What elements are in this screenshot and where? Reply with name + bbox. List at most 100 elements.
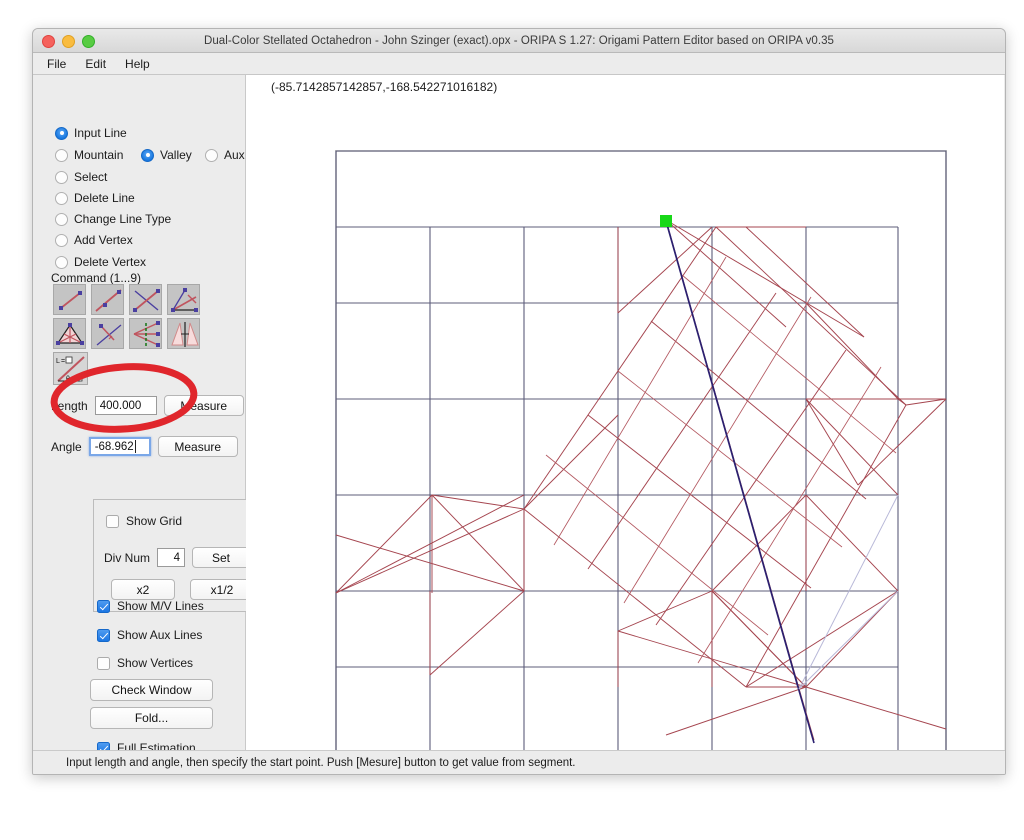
radio-mountain[interactable]: Mountain [55, 148, 123, 162]
angle-bisector-icon [171, 288, 198, 312]
angle-measure-button[interactable]: Measure [157, 436, 238, 457]
checkbox-show-grid[interactable]: Show Grid [106, 514, 182, 528]
length-angle-input-icon: L = θ = [54, 353, 87, 384]
radio-label-delete-line: Delete Line [74, 191, 135, 205]
perpendicular-foot-icon [96, 324, 122, 346]
radio-indicator-add-vertex [55, 233, 68, 247]
menu-item-help[interactable]: Help [125, 57, 150, 71]
status-message: Input length and angle, then specify the… [66, 756, 576, 769]
radio-indicator-change-line-type [55, 212, 68, 226]
radio-label-valley: Valley [160, 148, 192, 162]
checkbox-indicator-show-mv-lines [97, 599, 110, 613]
fold-button[interactable]: Fold... [90, 707, 213, 729]
command-button-perpendicular-foot[interactable] [91, 318, 124, 349]
radio-change-line-type[interactable]: Change Line Type [55, 212, 171, 226]
command-button-triangle-insert[interactable] [53, 318, 86, 349]
command-button-mirror-copy[interactable] [167, 318, 200, 349]
radio-label-aux: Aux [224, 148, 245, 162]
command-button-perpendicular-bisector[interactable] [129, 284, 162, 315]
svg-text:=: = [71, 376, 75, 383]
window-title: Dual-Color Stellated Octahedron - John S… [204, 34, 834, 47]
triangle-insert-icon [56, 323, 84, 345]
grid-x-half-button[interactable]: x1/2 [190, 579, 254, 600]
command-section-label: Command (1...9) [51, 271, 142, 285]
symmetric-fold-icon [133, 321, 160, 347]
paper-outline [335, 150, 947, 751]
radio-indicator-input-line [55, 126, 68, 140]
radio-indicator-valley [141, 148, 154, 162]
radio-label-input-line: Input Line [74, 126, 127, 140]
segment-extend-icon [95, 289, 122, 312]
title-bar: Dual-Color Stellated Octahedron - John S… [33, 29, 1005, 53]
radio-valley[interactable]: Valley [141, 148, 192, 162]
radio-label-add-vertex: Add Vertex [74, 233, 133, 247]
text-caret [134, 440, 136, 453]
div-num-row: Div Num 4 Set [104, 547, 251, 568]
menu-bar: File Edit Help [33, 53, 1005, 75]
radio-indicator-delete-line [55, 191, 68, 205]
checkbox-show-aux-lines[interactable]: Show Aux Lines [97, 628, 202, 642]
radio-indicator-aux [205, 148, 218, 162]
angle-input-value: -68.962 [94, 440, 134, 453]
radio-delete-line[interactable]: Delete Line [55, 191, 135, 205]
div-num-input[interactable]: 4 [157, 548, 186, 567]
length-row: Length 400.000 Measure [51, 395, 244, 416]
checkbox-show-vertices[interactable]: Show Vertices [97, 656, 193, 670]
checkbox-label-show-mv-lines: Show M/V Lines [117, 599, 204, 613]
radio-label-select: Select [74, 170, 108, 184]
checkbox-label-show-aux-lines: Show Aux Lines [117, 628, 203, 642]
mirror-copy-icon [171, 322, 199, 347]
check-window-button[interactable]: Check Window [90, 679, 213, 701]
checkbox-indicator-show-aux-lines [97, 628, 110, 642]
radio-add-vertex[interactable]: Add Vertex [55, 233, 133, 247]
main-body: Input Line Mountain Valley Aux Select De… [33, 75, 1005, 755]
grid-set-button[interactable]: Set [192, 547, 251, 568]
radio-delete-vertex[interactable]: Delete Vertex [55, 255, 146, 269]
crease-pattern-svg [335, 150, 947, 751]
screenshot-root: Dual-Color Stellated Octahedron - John S… [0, 0, 1024, 840]
tool-sidebar: Input Line Mountain Valley Aux Select De… [33, 75, 269, 755]
length-label: Length [51, 398, 88, 413]
start-point-marker [660, 215, 672, 227]
command-button-symmetric-fold[interactable] [129, 318, 162, 349]
zoom-button-icon[interactable] [82, 35, 95, 48]
command-button-two-point-segment[interactable] [53, 284, 86, 315]
div-num-label: Div Num [104, 550, 151, 565]
command-button-length-angle-input[interactable]: L = θ = [53, 352, 88, 385]
checkbox-show-mv-lines[interactable]: Show M/V Lines [97, 599, 204, 613]
menu-item-file[interactable]: File [47, 57, 66, 71]
radio-indicator-delete-vertex [55, 255, 68, 269]
svg-text:L: L [56, 358, 60, 365]
angle-label: Angle [51, 439, 82, 454]
window-controls [42, 35, 95, 48]
radio-select[interactable]: Select [55, 170, 107, 184]
radio-aux[interactable]: Aux [205, 148, 245, 162]
length-measure-button[interactable]: Measure [163, 395, 244, 416]
svg-text:θ: θ [66, 376, 70, 383]
crease-pattern-canvas[interactable]: (-85.7142857142857,-168.542271016182) [246, 75, 1004, 751]
application-window: Dual-Color Stellated Octahedron - John S… [32, 28, 1006, 775]
length-input[interactable]: 400.000 [94, 396, 157, 415]
radio-label-change-line-type: Change Line Type [74, 212, 172, 226]
radio-label-delete-vertex: Delete Vertex [74, 255, 147, 269]
command-button-angle-bisector[interactable] [167, 284, 200, 315]
radio-indicator-select [55, 170, 68, 184]
radio-indicator-mountain [55, 148, 68, 162]
close-button-icon[interactable] [42, 35, 55, 48]
checkbox-label-show-grid: Show Grid [126, 514, 183, 528]
minimize-button-icon[interactable] [62, 35, 75, 48]
angle-input[interactable]: -68.962 [88, 437, 151, 456]
radio-input-line[interactable]: Input Line [55, 126, 127, 140]
grid-panel: Show Grid Div Num 4 Set x2 x1/2 [93, 499, 269, 612]
grid-x2-button[interactable]: x2 [111, 579, 175, 600]
checkbox-label-show-vertices: Show Vertices [117, 656, 194, 670]
menu-item-edit[interactable]: Edit [85, 57, 106, 71]
perpendicular-bisector-icon [133, 289, 160, 312]
command-button-segment-extend[interactable] [91, 284, 124, 315]
radio-label-mountain: Mountain [74, 148, 124, 162]
checkbox-indicator-show-vertices [97, 656, 110, 670]
svg-text:=: = [61, 358, 65, 365]
two-point-segment-icon [59, 291, 82, 310]
checkbox-indicator-show-grid [106, 514, 119, 528]
angle-row: Angle -68.962 Measure [51, 436, 238, 457]
